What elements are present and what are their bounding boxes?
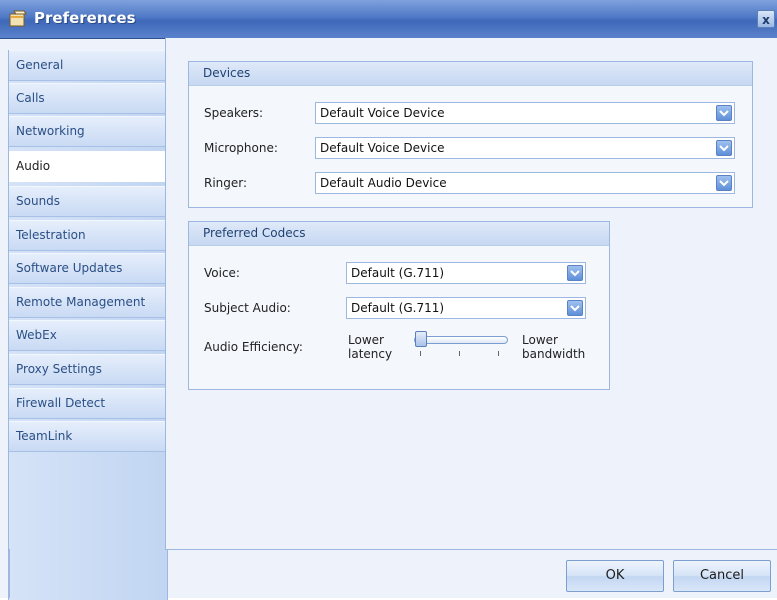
sidebar-item-proxy-settings[interactable]: Proxy Settings (9, 354, 166, 385)
sidebar-item-webex[interactable]: WebEx (9, 320, 166, 351)
sidebar-item-label: Calls (16, 91, 45, 105)
window-border (8, 549, 10, 598)
cancel-button[interactable]: Cancel (673, 560, 771, 592)
sidebar-item-label: WebEx (16, 328, 57, 342)
preferences-icon (8, 9, 28, 29)
voice-codec-dropdown[interactable]: Default (G.711) (346, 262, 586, 284)
microphone-dropdown[interactable]: Default Voice Device (315, 137, 735, 159)
sidebar-item-firewall-detect[interactable]: Firewall Detect (9, 388, 166, 419)
sidebar-item-telestration[interactable]: Telestration (9, 220, 166, 251)
sidebar-item-label: Software Updates (16, 261, 123, 275)
close-button[interactable]: x (757, 10, 775, 28)
sidebar-item-label: Networking (16, 124, 85, 138)
chevron-down-icon[interactable] (567, 265, 583, 281)
chevron-down-icon[interactable] (716, 140, 732, 156)
sidebar-item-remote-management[interactable]: Remote Management (9, 287, 166, 318)
sidebar-item-label: Remote Management (16, 295, 146, 309)
ringer-label: Ringer: (204, 176, 248, 190)
audio-efficiency-slider-thumb[interactable] (415, 331, 427, 347)
lower-latency-label: Lower latency (348, 333, 392, 361)
subject-audio-codec-value: Default (G.711) (351, 301, 445, 315)
sidebar-item-label: Telestration (16, 228, 86, 242)
lower-bandwidth-label: Lower bandwidth (522, 333, 585, 361)
preferences-sidebar: General Calls Networking Audio Sounds Te… (8, 50, 168, 600)
sidebar-item-teamlink[interactable]: TeamLink (9, 421, 166, 452)
title-bar[interactable]: Preferences x (0, 0, 777, 39)
audio-efficiency-slider[interactable] (414, 336, 508, 344)
chevron-down-icon[interactable] (716, 105, 732, 121)
chevron-down-icon[interactable] (716, 175, 732, 191)
speakers-value: Default Voice Device (320, 106, 445, 120)
slider-tick (420, 351, 421, 356)
sidebar-item-label: Proxy Settings (16, 362, 102, 376)
sidebar-item-software-updates[interactable]: Software Updates (9, 253, 166, 284)
close-icon: x (762, 13, 770, 27)
sidebar-item-sounds[interactable]: Sounds (9, 186, 166, 217)
chevron-down-icon[interactable] (567, 300, 583, 316)
subject-audio-label: Subject Audio: (204, 301, 291, 315)
voice-label: Voice: (204, 266, 240, 280)
speakers-label: Speakers: (204, 106, 264, 120)
lower-latency-line1: Lower (348, 333, 384, 347)
speakers-dropdown[interactable]: Default Voice Device (315, 102, 735, 124)
slider-tick (459, 351, 460, 356)
ringer-value: Default Audio Device (320, 176, 447, 190)
sidebar-item-general[interactable]: General (9, 50, 166, 81)
sidebar-item-label: Audio (16, 159, 51, 173)
preferred-codecs-header: Preferred Codecs (189, 222, 609, 246)
sidebar-item-calls[interactable]: Calls (9, 83, 166, 114)
microphone-label: Microphone: (204, 141, 278, 155)
sidebar-item-label: TeamLink (16, 429, 73, 443)
window-title: Preferences (34, 9, 136, 27)
slider-tick (498, 351, 499, 356)
sidebar-item-label: Sounds (16, 194, 61, 208)
sidebar-item-audio[interactable]: Audio (9, 151, 168, 182)
lower-bandwidth-line2: bandwidth (522, 347, 586, 361)
audio-efficiency-label: Audio Efficiency: (204, 340, 303, 354)
voice-codec-value: Default (G.711) (351, 266, 445, 280)
sidebar-item-label: General (16, 58, 64, 72)
preferences-window: Preferences x General Calls Networking A… (0, 0, 777, 600)
ok-button[interactable]: OK (566, 560, 664, 592)
lower-bandwidth-line1: Lower (522, 333, 558, 347)
sidebar-item-networking[interactable]: Networking (9, 116, 166, 147)
lower-latency-line2: latency (348, 347, 393, 361)
subject-audio-codec-dropdown[interactable]: Default (G.711) (346, 297, 586, 319)
ringer-dropdown[interactable]: Default Audio Device (315, 172, 735, 194)
devices-header: Devices (189, 62, 752, 86)
microphone-value: Default Voice Device (320, 141, 445, 155)
sidebar-item-label: Firewall Detect (16, 396, 106, 410)
